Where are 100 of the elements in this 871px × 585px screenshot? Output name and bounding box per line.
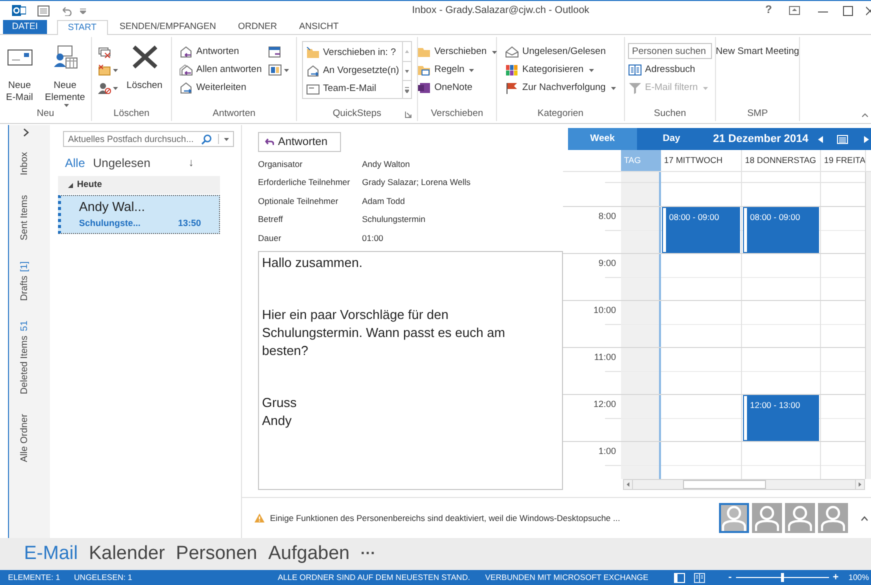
ribbon-button[interactable]: Adressbuch	[628, 61, 712, 79]
message-item[interactable]: Andy Wal... Schulungste... 13:50	[58, 195, 220, 234]
sort-button[interactable]: ↓	[188, 154, 194, 172]
window-title: Inbox - Grady.Salazar@cjw.ch - Outlook	[412, 4, 590, 18]
zoom-out-button[interactable]: -	[728, 570, 732, 585]
caret-icon	[492, 50, 497, 54]
ribbon-button[interactable]: Weiterleiten	[179, 79, 262, 97]
day-header[interactable]: 17 MITTWOCH	[661, 150, 742, 171]
caret-icon	[469, 68, 474, 72]
ribbon-button[interactable]: Verschieben in: ?	[306, 44, 400, 62]
view-tab[interactable]: Day	[637, 128, 706, 150]
person-avatar[interactable]	[719, 503, 749, 533]
customize-icon	[80, 8, 86, 14]
ribbon-button[interactable]: Kategorisieren	[505, 61, 616, 79]
person-avatar[interactable]	[785, 503, 815, 533]
ribbon-button[interactable]: Neue E-Mail	[3, 43, 36, 104]
body-text: Gruss	[262, 394, 298, 412]
ribbon-tab[interactable]: START	[56, 20, 108, 35]
ribbon-tab[interactable]: ORDNER	[228, 20, 288, 34]
next-icon	[864, 136, 870, 142]
ribbon-display-icon	[789, 6, 800, 15]
normal-view-icon	[674, 572, 686, 582]
filter-tab[interactable]: Ungelesen	[93, 154, 150, 172]
zoom-level: 100%	[848, 572, 869, 584]
folder-link[interactable]: Drafts	[18, 275, 33, 301]
contact-card-icon	[52, 45, 78, 69]
ribbon-button[interactable]: Zur Nachverfolgung	[505, 79, 616, 97]
group-label: Heute	[77, 178, 102, 192]
folder-link[interactable]: Sent Items	[18, 195, 33, 241]
ribbon-tab[interactable]: ANSICHT	[289, 20, 349, 34]
horizontal-scrollbar[interactable]	[623, 479, 865, 490]
view-tab[interactable]: Week	[568, 128, 637, 150]
reading-view-icon	[694, 572, 706, 582]
person-avatar[interactable]	[818, 503, 848, 533]
chevron-up-icon	[861, 516, 868, 520]
delete-icon	[130, 44, 158, 70]
caret-icon	[112, 68, 118, 72]
reply-all-icon	[179, 64, 194, 76]
ribbon-button[interactable]: OneNote	[417, 79, 497, 97]
folder-link[interactable]: Deleted Items	[18, 335, 33, 394]
scroll-up-icon	[405, 50, 410, 53]
ribbon-tab[interactable]: SENDEN/EMPFANGEN	[110, 20, 226, 34]
field-value: Andy Walton	[362, 158, 410, 171]
filter-tab[interactable]: Alle	[65, 154, 86, 172]
calendar-event[interactable]: 12:00 - 13:00	[744, 396, 818, 440]
nav-link[interactable]: E-Mail	[24, 540, 78, 568]
caret-icon	[588, 68, 594, 72]
caret-icon	[112, 86, 118, 90]
ribbon-button[interactable]: An Vorgesetzte(n)	[306, 62, 400, 80]
status-text: ALLE ORDNER SIND AUF DEM NEUESTEN STAND.	[278, 572, 470, 584]
filter-icon	[628, 82, 642, 94]
app-logo-icon	[12, 4, 26, 17]
ribbon-button[interactable]: Team-E-Mail	[306, 80, 400, 98]
person-silhouette-icon	[722, 505, 746, 531]
reply-arrow-icon	[265, 138, 274, 146]
zoom-slider[interactable]	[736, 573, 829, 582]
hour-label: 10:00	[593, 304, 616, 317]
scroll-thumb[interactable]	[683, 480, 766, 489]
status-text: ELEMENTE: 1	[8, 572, 60, 584]
address-book-icon	[628, 64, 642, 76]
caret-icon	[284, 68, 289, 72]
ribbon-button[interactable]: Löschen	[124, 43, 166, 92]
field-label: Optionale Teilnehmer	[258, 194, 340, 208]
group-label: SMP	[747, 106, 768, 121]
ribbon-tab[interactable]: DATEI	[3, 20, 47, 34]
more-button[interactable]: ···	[360, 542, 376, 566]
ribbon-button[interactable]: Antworten	[179, 43, 262, 61]
more-icon	[405, 86, 410, 92]
hour-label: 8:00	[598, 210, 616, 223]
calendar-event[interactable]: 08:00 - 09:00	[744, 208, 818, 252]
search-field[interactable]: Personen suchen	[628, 43, 712, 59]
ribbon-button[interactable]: Allen antworten	[179, 61, 262, 79]
ribbon-button[interactable]: New Smart Meeting	[716, 43, 800, 61]
ribbon-button[interactable]: Ungelesen/Gelesen	[505, 43, 616, 61]
forward-icon	[306, 65, 320, 77]
group-label: Suchen	[654, 106, 686, 121]
nav-link[interactable]: Kalender	[88, 540, 165, 568]
zoom-in-button[interactable]: +	[832, 570, 839, 585]
undo-icon	[60, 6, 72, 16]
reply-button[interactable]: Antworten	[258, 132, 341, 152]
day-header[interactable]: 18 DONNERSTAG	[742, 150, 821, 171]
group-header[interactable]: Heute	[58, 176, 220, 194]
folder-link[interactable]: Alle Ordner	[18, 414, 33, 462]
ribbon-button[interactable]: Regeln	[417, 61, 497, 79]
help-button[interactable]: ?	[765, 2, 772, 19]
folder-icon	[417, 46, 432, 58]
person-avatar[interactable]	[752, 503, 782, 533]
color-grid-icon	[505, 64, 520, 76]
maximize-icon	[843, 6, 853, 16]
vertical-scrollbar[interactable]	[865, 172, 871, 479]
ribbon-button[interactable]: Verschieben	[417, 43, 497, 61]
dialog-launcher-icon	[405, 111, 412, 118]
person-silhouette-icon	[788, 505, 812, 531]
warning-message: Einige Funktionen des Personenbereichs sind deaktiviert, weil die Windows-Desktopsuche ...	[270, 512, 622, 524]
ribbon-button[interactable]: Neue Elemente	[42, 43, 88, 107]
close-icon	[866, 6, 871, 16]
calendar-event[interactable]: 08:00 - 09:00	[663, 208, 739, 252]
folder-link[interactable]: Inbox	[18, 152, 33, 176]
nav-link[interactable]: Aufgaben	[268, 540, 350, 568]
nav-link[interactable]: Personen	[176, 540, 258, 568]
